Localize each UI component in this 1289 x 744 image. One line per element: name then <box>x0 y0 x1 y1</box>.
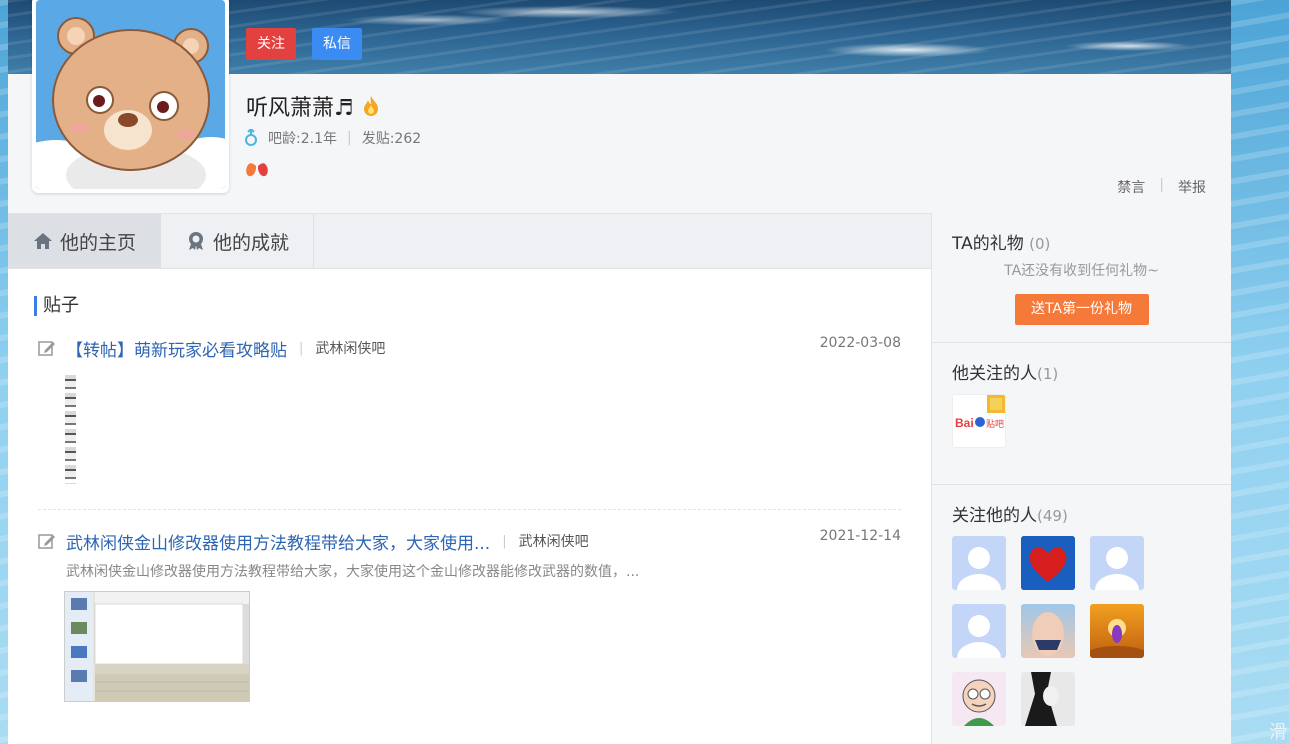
bar-age: 吧龄:2.1年 <box>268 131 337 147</box>
post-thumbnail[interactable] <box>65 375 76 484</box>
followers-panel: 关注他的人(49) <box>932 485 1231 742</box>
default-avatar-icon <box>957 547 1001 590</box>
edit-icon <box>38 341 55 356</box>
bear-avatar-image <box>36 0 225 189</box>
post-title-link[interactable]: 武林闲侠金山修改器使用方法教程带给大家，大家使用... <box>66 529 490 554</box>
username-text: 听风萧萧♬ <box>246 96 354 121</box>
post-thumbnail[interactable] <box>64 591 250 702</box>
meta-separator: | <box>346 130 352 146</box>
following-count: (1) <box>1037 365 1059 383</box>
tab-achievements[interactable]: 他的成就 <box>161 214 315 268</box>
posts-section-title: 贴子 <box>34 296 79 316</box>
send-gift-button[interactable]: 送TA第一份礼物 <box>1014 294 1149 325</box>
post-divider <box>38 509 901 510</box>
fire-icon <box>363 96 378 116</box>
cartoon-avatar-icon <box>962 679 996 726</box>
page-background-right <box>1231 0 1289 744</box>
photo-avatar-icon <box>1021 672 1075 726</box>
photo-avatar-icon <box>1090 619 1144 658</box>
heart-avatar-icon <box>1021 536 1075 590</box>
follower-avatar[interactable] <box>952 604 1006 658</box>
post-item: 【转帖】萌新玩家必看攻略贴 | 武林闲侠吧 2022-03-08 <box>38 334 901 484</box>
post-count: 发贴:262 <box>361 131 422 147</box>
gender-male-icon <box>245 129 257 146</box>
post-summary: 武林闲侠金山修改器使用方法教程带给大家，大家使用这个金山修改器能修改武器的数值，… <box>66 564 640 580</box>
photo-avatar-icon <box>1032 612 1064 656</box>
report-link[interactable]: 举报 <box>1178 177 1206 197</box>
gifts-count: (0) <box>1029 235 1051 253</box>
post-separator: | <box>502 533 507 549</box>
svg-text:贴吧: 贴吧 <box>986 418 1004 430</box>
svg-text:Bai: Bai <box>955 416 974 430</box>
main-content: 他的主页 他的成就 贴子 【转帖】萌新玩家必看攻略贴 | 武林闲侠吧 2022-… <box>8 213 932 744</box>
follower-avatar[interactable] <box>1021 672 1075 726</box>
ban-link[interactable]: 禁言 <box>1117 177 1145 197</box>
gifts-empty-text: TA还没有收到任何礼物~ <box>1004 263 1159 279</box>
followers-title-text: 关注他的人 <box>952 506 1037 526</box>
username: 听风萧萧♬ <box>246 90 381 122</box>
gifts-title-text: TA的礼物 <box>952 234 1024 254</box>
following-avatar[interactable]: Bai 贴吧 <box>952 394 1006 448</box>
followers-count: (49) <box>1037 507 1068 525</box>
tab-achievements-label: 他的成就 <box>213 231 290 254</box>
follower-avatar[interactable] <box>1021 604 1075 658</box>
message-button[interactable]: 私信 <box>312 28 362 60</box>
baidu-tieba-logo: Bai 贴吧 <box>955 395 1005 430</box>
post-title-link[interactable]: 【转帖】萌新玩家必看攻略贴 <box>66 336 287 361</box>
sidebar: TA的礼物 (0) TA还没有收到任何礼物~ 送TA第一份礼物 他关注的人(1)… <box>932 213 1231 744</box>
page-background-left <box>0 0 8 744</box>
profile-frame: 关注 私信 听风萧萧♬ 吧龄:2.1年 | 发贴:262 禁言 | 举报 他的主… <box>8 0 1231 744</box>
follower-avatar[interactable] <box>1090 536 1144 590</box>
achievement-icon <box>189 232 204 250</box>
gifts-title: TA的礼物 (0) <box>952 229 1211 254</box>
profile-meta: 吧龄:2.1年 | 发贴:262 <box>244 128 421 148</box>
post-date: 2021-12-14 <box>819 528 901 544</box>
default-avatar-icon <box>957 615 1001 658</box>
follower-avatar[interactable] <box>1021 536 1075 590</box>
lungs-icon <box>244 157 270 183</box>
tab-home[interactable]: 他的主页 <box>8 214 162 268</box>
edit-icon <box>38 534 55 549</box>
follower-avatar[interactable] <box>1090 604 1144 658</box>
post-separator: | <box>299 340 304 356</box>
profile-avatar[interactable] <box>32 0 229 193</box>
following-title: 他关注的人(1) <box>952 359 1211 384</box>
follower-avatar[interactable] <box>952 536 1006 590</box>
tab-bar: 他的主页 他的成就 <box>8 214 931 269</box>
tab-home-label: 他的主页 <box>60 231 137 254</box>
admin-separator: | <box>1159 177 1164 193</box>
post-date: 2022-03-08 <box>819 335 901 351</box>
following-title-text: 他关注的人 <box>952 364 1037 384</box>
follower-avatar[interactable] <box>952 672 1006 726</box>
followers-title: 关注他的人(49) <box>952 501 1211 526</box>
post-item: 武林闲侠金山修改器使用方法教程带给大家，大家使用... | 武林闲侠吧 2021… <box>38 527 901 702</box>
corner-text: 滑 <box>1269 722 1287 743</box>
admin-links: 禁言 | 举报 <box>1117 177 1206 197</box>
default-avatar-icon <box>1095 547 1139 590</box>
gifts-panel: TA的礼物 (0) TA还没有收到任何礼物~ 送TA第一份礼物 <box>932 213 1231 343</box>
follow-button[interactable]: 关注 <box>246 28 296 60</box>
post-forum-link[interactable]: 武林闲侠吧 <box>519 531 589 551</box>
following-panel: 他关注的人(1) Bai 贴吧 <box>932 343 1231 485</box>
home-icon <box>34 233 52 249</box>
post-forum-link[interactable]: 武林闲侠吧 <box>315 338 385 358</box>
